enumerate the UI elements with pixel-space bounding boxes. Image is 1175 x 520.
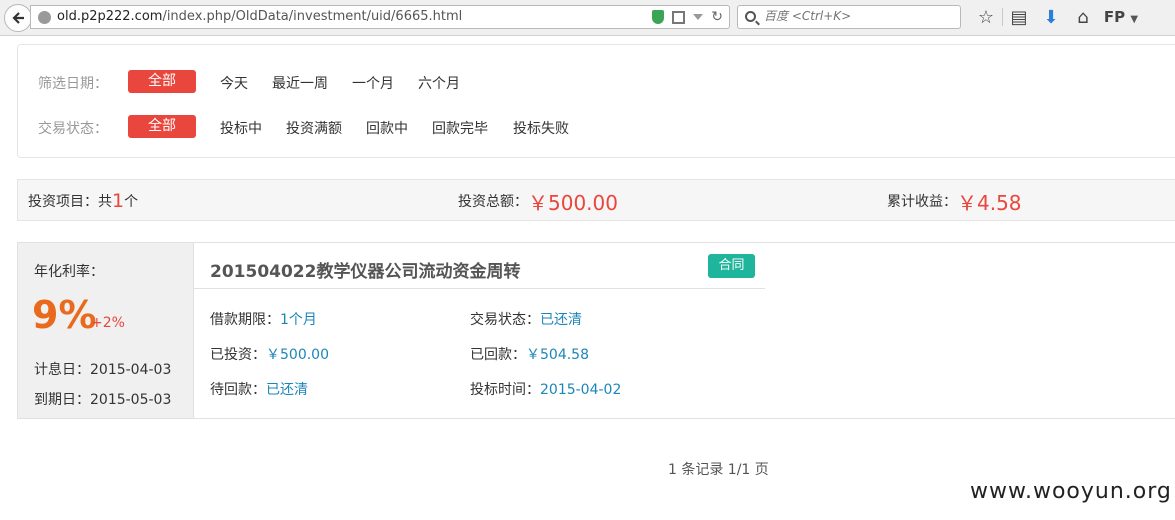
url-host: old.p2p222.com	[57, 9, 163, 24]
qr-code-icon[interactable]	[672, 10, 686, 24]
field-term-label: 借款期限：	[210, 312, 280, 328]
rate-panel: 年化利率： 9% +2% 计息日：2015-04-03 到期日：2015-05-…	[18, 243, 194, 418]
download-icon[interactable]: ⬇	[1035, 7, 1067, 28]
date-filter-today[interactable]: 今天	[220, 73, 248, 93]
chevron-down-icon: ▼	[1130, 14, 1139, 25]
search-bar[interactable]	[737, 5, 961, 29]
contract-button[interactable]: 合同	[708, 254, 755, 278]
filter-panel: 筛选日期： 全部 今天 最近一周 一个月 六个月 交易状态： 全部 投标中 投资…	[17, 44, 1175, 158]
status-filter-all-button[interactable]: 全部	[128, 115, 196, 138]
toolbar-icons: ☆ ▤ ⬇ ⌂ FP ▼	[970, 5, 1143, 29]
pagination-info: 1 条记录 1/1 页	[668, 462, 769, 478]
field-returned-value: ￥504.58	[526, 347, 589, 363]
end-date: 到期日：2015-05-03	[34, 389, 171, 409]
summary-projects: 投资项目：共 1 个	[28, 180, 138, 222]
field-invested-value: ￥500.00	[266, 347, 329, 363]
search-input[interactable]	[764, 9, 954, 23]
field-bid-time: 投标时间：2015-04-02	[470, 379, 621, 399]
summary-earnings-value: ￥4.58	[957, 190, 1022, 215]
date-filter-label: 筛选日期：	[38, 76, 108, 92]
back-button[interactable]	[4, 4, 32, 32]
reading-list-icon[interactable]: ▤	[1003, 7, 1035, 28]
status-filter-repaying[interactable]: 回款中	[366, 118, 408, 138]
start-date-label: 计息日：	[34, 362, 90, 378]
status-filter-bidding[interactable]: 投标中	[220, 118, 262, 138]
date-filter-week[interactable]: 最近一周	[272, 73, 328, 93]
status-filter-full[interactable]: 投资满额	[286, 118, 342, 138]
summary-projects-unit: 个	[124, 194, 139, 210]
field-pending: 待回款：已还清	[210, 379, 308, 399]
field-pending-label: 待回款：	[210, 382, 266, 398]
field-bid-time-label: 投标时间：	[470, 382, 540, 398]
shield-icon[interactable]	[652, 10, 665, 24]
start-date: 计息日：2015-04-03	[34, 359, 171, 379]
profile-label: FP	[1103, 8, 1126, 26]
rate-bonus: +2%	[91, 315, 125, 331]
field-status: 交易状态：已还清	[470, 309, 582, 329]
status-filter-failed[interactable]: 投标失败	[513, 118, 569, 138]
status-filter-label: 交易状态：	[38, 121, 108, 137]
address-bar[interactable]: old.p2p222.com/index.php/OldData/investm…	[30, 5, 730, 29]
card-divider	[194, 288, 765, 289]
rate-value: 9%	[32, 293, 97, 337]
rate-label: 年化利率：	[34, 264, 104, 280]
bookmark-star-icon[interactable]: ☆	[970, 7, 1002, 28]
field-term-value: 1个月	[280, 312, 317, 328]
profile-menu[interactable]: FP ▼	[1099, 8, 1143, 26]
watermark: www.wooyun.org	[970, 479, 1172, 504]
summary-projects-label: 投资项目：共	[28, 194, 112, 210]
back-arrow-icon	[12, 12, 24, 24]
field-returned: 已回款：￥504.58	[470, 344, 589, 364]
url-text[interactable]: old.p2p222.com/index.php/OldData/investm…	[57, 9, 462, 24]
field-returned-label: 已回款：	[470, 347, 526, 363]
date-filter-all-button[interactable]: 全部	[128, 70, 196, 93]
home-icon[interactable]: ⌂	[1067, 7, 1099, 28]
url-path: /index.php/OldData/investment/uid/6665.h…	[162, 9, 463, 24]
summary-bar: 投资项目：共 1 个 投资总额： ￥500.00 累计收益： ￥4.58	[17, 179, 1175, 221]
status-filter-repaid[interactable]: 回款完毕	[432, 118, 488, 138]
url-icons: ↻	[652, 9, 723, 25]
summary-earnings: 累计收益： ￥4.58	[887, 180, 1022, 222]
summary-total-label: 投资总额：	[458, 194, 528, 210]
reload-icon[interactable]: ↻	[711, 9, 723, 25]
field-term: 借款期限：1个月	[210, 309, 317, 329]
summary-projects-count: 1	[112, 190, 125, 212]
summary-earnings-label: 累计收益：	[887, 194, 957, 210]
end-date-label: 到期日：	[34, 392, 90, 408]
investment-card: 年化利率： 9% +2% 计息日：2015-04-03 到期日：2015-05-…	[17, 242, 1175, 419]
date-filter-six-months[interactable]: 六个月	[418, 73, 460, 93]
search-icon	[745, 11, 756, 22]
field-pending-value: 已还清	[266, 382, 308, 398]
field-invested: 已投资：￥500.00	[210, 344, 329, 364]
field-bid-time-value: 2015-04-02	[540, 382, 622, 398]
summary-total-value: ￥500.00	[528, 190, 618, 215]
start-date-value: 2015-04-03	[90, 362, 172, 378]
end-date-value: 2015-05-03	[90, 392, 172, 408]
globe-icon	[38, 11, 51, 24]
project-title[interactable]: 201504022教学仪器公司流动资金周转	[210, 257, 520, 282]
field-status-value: 已还清	[540, 312, 582, 328]
dropdown-icon[interactable]	[693, 14, 704, 20]
field-invested-label: 已投资：	[210, 347, 266, 363]
date-filter-month[interactable]: 一个月	[352, 73, 394, 93]
summary-total: 投资总额： ￥500.00	[458, 180, 618, 222]
field-status-label: 交易状态：	[470, 312, 540, 328]
browser-toolbar: old.p2p222.com/index.php/OldData/investm…	[0, 0, 1175, 36]
